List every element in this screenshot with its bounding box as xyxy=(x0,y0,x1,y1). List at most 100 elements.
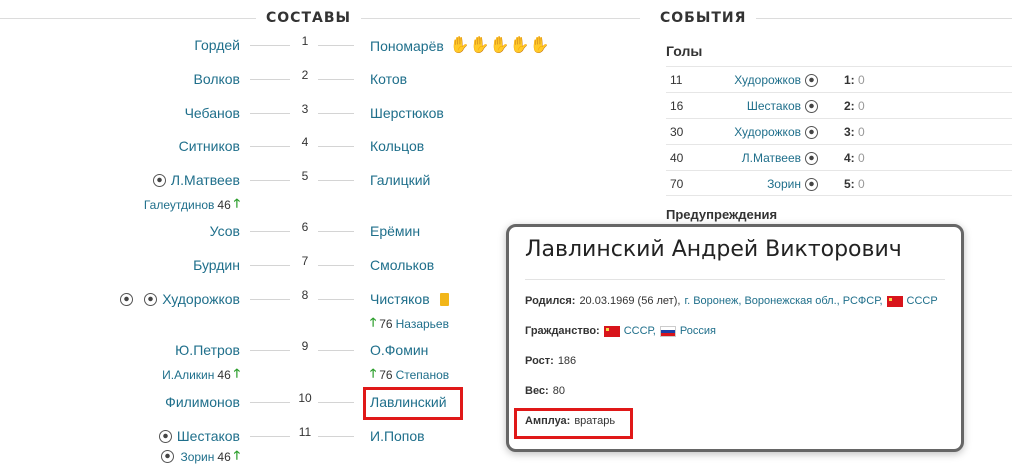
row-divider xyxy=(250,350,290,351)
height-value: 186 xyxy=(557,355,577,367)
away-player-link[interactable]: Пономарёв xyxy=(370,38,444,54)
row-divider xyxy=(318,265,354,266)
goal-row: 30 Худорожков 3: 0 xyxy=(666,118,1012,144)
row-divider xyxy=(318,436,354,437)
row-divider xyxy=(250,231,290,232)
sub-player-link[interactable]: Степанов xyxy=(396,368,450,382)
birth-label: Родился: xyxy=(525,295,576,307)
home-player-link[interactable]: Волков xyxy=(194,71,241,87)
away-substitution: 🡑 76 Степанов xyxy=(370,364,449,385)
yellow-card-icon xyxy=(439,292,449,306)
soccer-ball-icon xyxy=(805,99,818,113)
sub-minute: 46 xyxy=(217,197,231,212)
goal-score: 4: 0 xyxy=(844,151,865,165)
goal-row: 16 Шестаков 2: 0 xyxy=(666,92,1012,118)
lineup-row: Чебанов 3 Шерстюков xyxy=(0,96,640,130)
header-line-right xyxy=(361,17,640,19)
home-player-link[interactable]: Гордей xyxy=(194,37,240,53)
soccer-ball-icon xyxy=(805,73,818,87)
goal-scorer-link[interactable]: Шестаков xyxy=(747,99,801,113)
away-player-link[interactable]: Галицкий xyxy=(370,172,430,188)
home-player-link[interactable]: Л.Матвеев xyxy=(171,172,240,188)
goals-title: Голы xyxy=(666,43,703,59)
row-divider xyxy=(250,299,290,300)
home-player-link[interactable]: Бурдин xyxy=(193,257,240,273)
home-player-link[interactable]: Филимонов xyxy=(165,394,240,410)
sub-player-link[interactable]: Галеутдинов xyxy=(144,198,215,212)
row-divider xyxy=(250,146,290,147)
home-substitution: Зорин 46 🡑 xyxy=(161,446,240,467)
birth-country-link[interactable]: СССР xyxy=(907,295,938,307)
birth-field: Родился: 20.03.1969 (56 лет), г. Воронеж… xyxy=(525,295,938,307)
row-divider xyxy=(250,180,290,181)
row-divider xyxy=(318,350,354,351)
goalkeeper-glove-icon: ✋ xyxy=(469,37,490,54)
weight-field: Вес: 80 xyxy=(525,385,565,397)
row-divider xyxy=(250,402,290,403)
row-divider xyxy=(318,146,354,147)
warnings-title: Предупреждения xyxy=(666,207,778,222)
soccer-ball-icon xyxy=(120,292,134,306)
goal-scorer-link[interactable]: Зорин xyxy=(767,177,801,191)
row-divider xyxy=(250,265,290,266)
away-substitution: 🡑 76 Назарьев xyxy=(370,313,449,334)
shirt-number: 9 xyxy=(301,339,309,353)
citizenship-label: Гражданство: xyxy=(525,325,600,337)
row-divider xyxy=(318,180,354,181)
away-player-link[interactable]: Ерёмин xyxy=(370,223,420,239)
citizenship-russia-link[interactable]: Россия xyxy=(680,325,716,337)
row-divider xyxy=(250,45,290,46)
row-divider xyxy=(318,299,354,300)
soccer-ball-icon xyxy=(805,125,818,139)
shirt-number: 1 xyxy=(301,34,309,48)
away-player-link[interactable]: О.Фомин xyxy=(370,342,428,358)
goalkeeper-glove-icon: ✋ xyxy=(489,37,510,54)
weight-value: 80 xyxy=(552,385,565,397)
popup-divider xyxy=(525,279,945,280)
sub-player-link[interactable]: Зорин xyxy=(180,450,214,464)
goal-minute: 30 xyxy=(670,125,684,139)
goal-scorer-link[interactable]: Худорожков xyxy=(734,73,801,87)
home-player-link[interactable]: Ситников xyxy=(179,138,240,154)
height-label: Рост: xyxy=(525,355,554,367)
goal-row: 11 Худорожков 1: 0 xyxy=(666,66,1012,92)
home-player-link[interactable]: Усов xyxy=(210,223,240,239)
home-player-link[interactable]: Худорожков xyxy=(162,291,240,307)
sub-minute: 46 xyxy=(217,367,231,382)
sub-player-link[interactable]: Назарьев xyxy=(396,317,449,331)
shirt-number: 6 xyxy=(301,220,309,234)
sub-player-link[interactable]: И.Аликин xyxy=(162,368,214,382)
away-player-link[interactable]: Смольков xyxy=(370,257,434,273)
goal-score: 5: 0 xyxy=(844,177,865,191)
row-divider xyxy=(250,79,290,80)
goal-scorer-link[interactable]: Л.Матвеев xyxy=(742,151,801,165)
ussr-flag-icon xyxy=(603,325,620,337)
row-divider xyxy=(318,113,354,114)
arrow-up-icon: 🡑 xyxy=(233,366,240,380)
sub-minute: 76 xyxy=(379,316,393,331)
home-player-link[interactable]: Шестаков xyxy=(177,428,240,444)
goal-row: 70 Зорин 5: 0 xyxy=(666,170,1012,196)
away-player-link[interactable]: Кольцов xyxy=(370,138,424,154)
home-player-link[interactable]: Ю.Петров xyxy=(175,342,240,358)
home-player-link[interactable]: Чебанов xyxy=(185,105,240,121)
goal-minute: 70 xyxy=(670,177,684,191)
shirt-number: 11 xyxy=(298,425,312,439)
highlight-box xyxy=(514,408,633,439)
shirt-number: 8 xyxy=(301,288,309,302)
birth-place-link[interactable]: г. Воронеж, Воронежская обл., РСФСР, xyxy=(684,295,882,307)
soccer-ball-icon xyxy=(805,177,818,191)
birth-date: 20.03.1969 (56 лет), xyxy=(579,295,681,307)
away-player-link[interactable]: Шерстюков xyxy=(370,105,444,121)
goalkeeper-glove-icon: ✋ xyxy=(509,37,530,54)
home-substitution: И.Аликин 46 🡑 xyxy=(162,364,240,385)
home-substitution: Галеутдинов 46 🡑 xyxy=(144,194,240,215)
goal-scorer-link[interactable]: Худорожков xyxy=(734,125,801,139)
away-player-link[interactable]: И.Попов xyxy=(370,428,425,444)
russia-flag-icon xyxy=(659,325,676,337)
away-player-link[interactable]: Чистяков xyxy=(370,291,430,307)
soccer-ball-icon xyxy=(805,151,818,165)
away-player-link[interactable]: Котов xyxy=(370,71,407,87)
citizenship-ussr-link[interactable]: СССР, xyxy=(624,325,656,337)
arrow-up-icon: 🡑 xyxy=(233,448,240,462)
